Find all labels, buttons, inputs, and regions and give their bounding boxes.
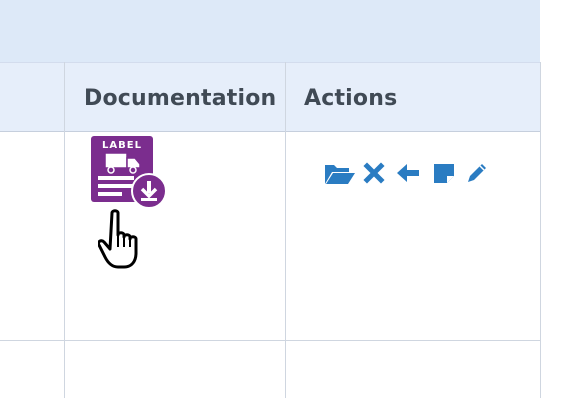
folder-open-icon[interactable]	[323, 160, 357, 186]
note-icon[interactable]	[429, 160, 459, 186]
top-header-band	[0, 0, 540, 62]
row-actions	[323, 160, 495, 186]
pencil-icon[interactable]	[463, 160, 491, 186]
close-icon[interactable]	[361, 160, 387, 186]
data-table: Documentation Actions	[0, 62, 540, 398]
label-icon-text: LABEL	[102, 140, 142, 151]
column-divider	[285, 62, 286, 398]
arrow-left-icon[interactable]	[391, 160, 425, 186]
hand-pointer-cursor-icon	[97, 209, 148, 271]
column-header-documentation[interactable]: Documentation	[84, 63, 276, 133]
shipping-label-download-icon[interactable]: LABEL	[91, 136, 171, 210]
table-right-border	[540, 62, 541, 398]
column-divider	[64, 62, 65, 398]
table-header-row: Documentation Actions	[0, 62, 540, 132]
table-row	[0, 341, 540, 398]
column-header-actions[interactable]: Actions	[304, 63, 397, 133]
